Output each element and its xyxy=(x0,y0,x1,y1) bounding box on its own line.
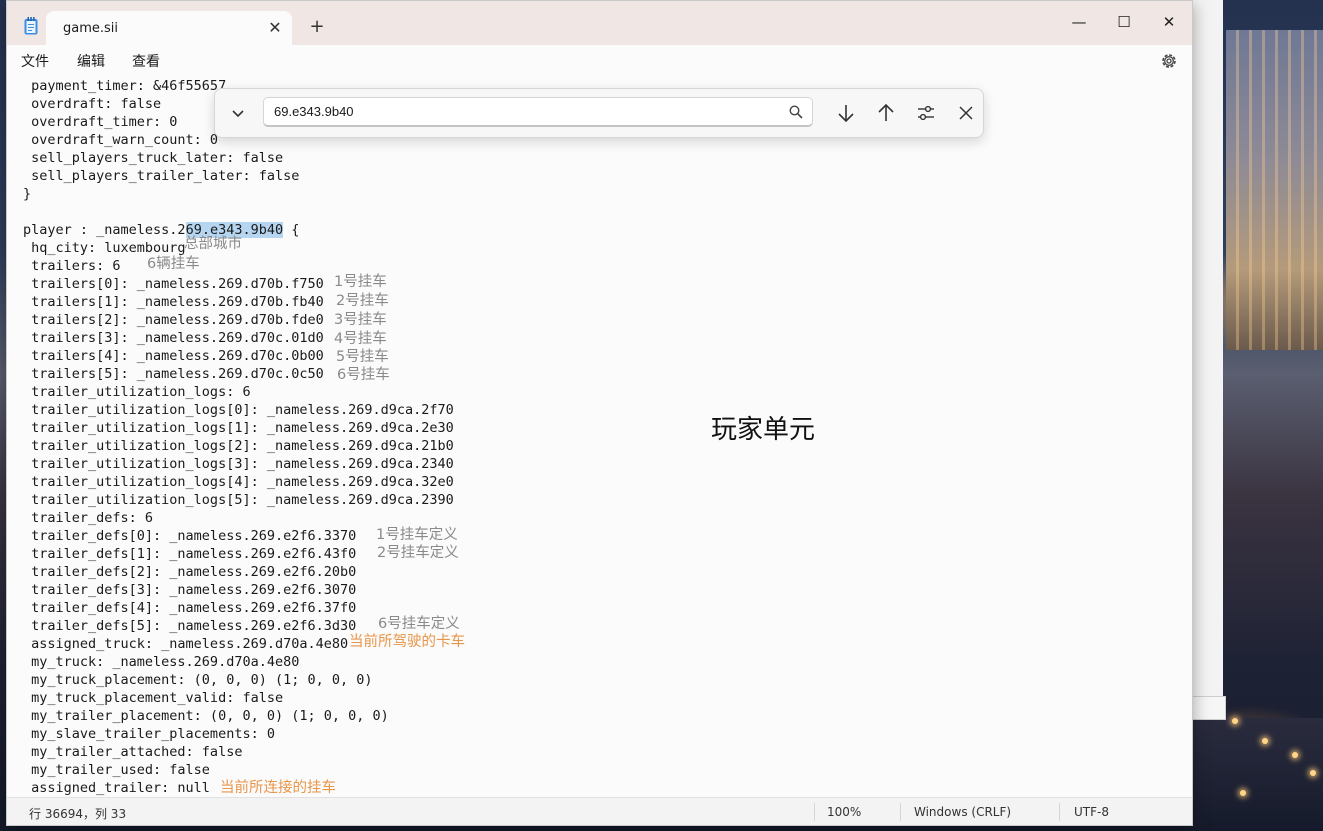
code-line: trailer_defs[4]: _nameless.269.e2f6.37f0 xyxy=(23,600,357,616)
annotation-trailer-5: 6号挂车 xyxy=(337,367,390,383)
code-line: trailer_utilization_logs: 6 xyxy=(23,384,251,400)
code-line: my_trailer_attached: false xyxy=(23,744,243,760)
close-window-button[interactable]: ✕ xyxy=(1147,7,1191,37)
code-line: trailers[5]: _nameless.269.d70c.0c50 xyxy=(23,366,324,382)
settings-gear-icon[interactable] xyxy=(1159,51,1179,71)
city-light xyxy=(1310,770,1316,776)
code-line: trailer_defs[1]: _nameless.269.e2f6.43f0 xyxy=(23,546,357,562)
annotation-trailer-0: 1号挂车 xyxy=(334,274,387,290)
text-editor[interactable]: payment_timer: &46f55657 overdraft: fals… xyxy=(7,75,1192,797)
annotation-trailer-def-1: 2号挂车定义 xyxy=(377,545,459,561)
code-line: trailer_defs: 6 xyxy=(23,510,154,526)
menu-edit[interactable]: 编辑 xyxy=(77,51,105,71)
code-line: overdraft_warn_count: 0 xyxy=(23,132,219,148)
background-building xyxy=(1226,30,1323,350)
code-line: trailers: 6 xyxy=(23,258,121,274)
search-icon[interactable] xyxy=(788,104,804,120)
code-line: trailer_utilization_logs[2]: _nameless.2… xyxy=(23,438,454,454)
code-line: trailer_utilization_logs[4]: _nameless.2… xyxy=(23,474,454,490)
code-line: trailer_utilization_logs[0]: _nameless.2… xyxy=(23,402,454,418)
code-line: trailer_utilization_logs[5]: _nameless.2… xyxy=(23,492,454,508)
title-bar: game.sii ✕ + — ☐ ✕ xyxy=(7,1,1192,45)
code-line: } xyxy=(23,186,32,202)
menu-file[interactable]: 文件 xyxy=(21,51,49,71)
menu-view[interactable]: 查看 xyxy=(132,51,160,71)
annotation-assigned-truck: 当前所驾驶的卡车 xyxy=(349,634,465,650)
player-line-prefix: player : _nameless.2 xyxy=(23,222,186,238)
code-line: trailers[1]: _nameless.269.d70b.fb40 xyxy=(23,294,324,310)
code-line: overdraft_timer: 0 xyxy=(23,114,178,130)
code-line: assigned_truck: _nameless.269.d70a.4e80 xyxy=(23,636,349,652)
code-line: my_truck: _nameless.269.d70a.4e80 xyxy=(23,654,300,670)
code-line: sell_players_truck_later: false xyxy=(23,150,284,166)
player-line-suffix: { xyxy=(283,222,300,238)
code-line: trailer_defs[0]: _nameless.269.e2f6.3370 xyxy=(23,528,357,544)
annotation-player-unit: 玩家单元 xyxy=(711,415,816,445)
city-light xyxy=(1262,738,1268,744)
background-window xyxy=(1192,0,1223,718)
annotation-trailer-def-5: 6号挂车定义 xyxy=(378,616,460,632)
code-line: sell_players_trailer_later: false xyxy=(23,168,300,184)
status-divider xyxy=(900,803,901,821)
status-cursor-position: 行 36694，列 33 xyxy=(29,807,127,821)
code-line: trailer_utilization_logs[3]: _nameless.2… xyxy=(23,456,454,472)
annotation-assigned-trailer: 当前所连接的挂车 xyxy=(220,780,336,796)
code-line: trailer_defs[5]: _nameless.269.e2f6.3d30 xyxy=(23,618,357,634)
code-line: trailer_defs[2]: _nameless.269.e2f6.20b0 xyxy=(23,564,357,580)
annotation-trailer-4: 5号挂车 xyxy=(336,349,389,365)
status-bar: 行 36694，列 33 100% Windows (CRLF) UTF-8 xyxy=(7,797,1192,825)
code-line: trailers[2]: _nameless.269.d70b.fde0 xyxy=(23,312,324,328)
notepad-window: game.sii ✕ + — ☐ ✕ 文件 编辑 查看 payment_time… xyxy=(6,0,1193,826)
code-line: my_truck_placement_valid: false xyxy=(23,690,284,706)
code-line: trailers[3]: _nameless.269.d70c.01d0 xyxy=(23,330,324,346)
annotation-trailers-count: 6辆挂车 xyxy=(147,256,200,272)
code-line-player: player : _nameless.269.e343.9b40 { xyxy=(23,221,299,239)
code-line: trailer_utilization_logs[1]: _nameless.2… xyxy=(23,420,454,436)
status-divider xyxy=(1059,803,1060,821)
code-line: trailer_defs[3]: _nameless.269.e2f6.3070 xyxy=(23,582,357,598)
annotation-trailer-1: 2号挂车 xyxy=(336,293,389,309)
tab-title: game.sii xyxy=(63,21,119,36)
annotation-trailer-2: 3号挂车 xyxy=(334,312,387,328)
maximize-button[interactable]: ☐ xyxy=(1102,7,1146,37)
find-next-arrow-down-icon[interactable] xyxy=(834,101,858,125)
annotation-trailer-def-0: 1号挂车定义 xyxy=(376,527,458,543)
menu-bar: 文件 编辑 查看 xyxy=(7,45,1192,75)
notepad-app-icon xyxy=(24,17,38,35)
code-line: my_slave_trailer_placements: 0 xyxy=(23,726,275,742)
code-line: trailers[0]: _nameless.269.d70b.f750 xyxy=(23,276,324,292)
status-divider xyxy=(814,803,815,821)
code-line: my_trailer_placement: (0, 0, 0) (1; 0, 0… xyxy=(23,708,389,724)
tab-game-sii[interactable]: game.sii ✕ xyxy=(46,11,292,45)
city-light xyxy=(1232,718,1238,724)
code-line: trailers[4]: _nameless.269.d70c.0b00 xyxy=(23,348,324,364)
new-tab-button[interactable]: + xyxy=(306,16,328,38)
city-light xyxy=(1292,752,1298,758)
status-line-ending[interactable]: Windows (CRLF) xyxy=(914,805,1011,819)
tab-close-icon[interactable]: ✕ xyxy=(264,17,286,39)
code-line: my_trailer_used: false xyxy=(23,762,210,778)
status-zoom[interactable]: 100% xyxy=(827,805,861,819)
annotation-trailer-3: 4号挂车 xyxy=(334,331,387,347)
find-input[interactable]: 69.e343.9b40 xyxy=(263,97,813,127)
code-line: overdraft: false xyxy=(23,96,162,112)
find-bar: 69.e343.9b40 xyxy=(214,88,984,138)
city-light xyxy=(1240,790,1246,796)
status-encoding[interactable]: UTF-8 xyxy=(1074,805,1109,819)
chevron-down-icon[interactable] xyxy=(227,102,249,124)
code-line: payment_timer: &46f55657 xyxy=(23,78,227,94)
find-query: 69.e343.9b40 xyxy=(274,104,354,119)
code-line: assigned_trailer: null xyxy=(23,780,210,796)
minimize-button[interactable]: — xyxy=(1057,7,1101,37)
annotation-hq-city: 总部城市 xyxy=(184,236,242,252)
code-line: my_truck_placement: (0, 0, 0) (1; 0, 0, … xyxy=(23,672,373,688)
find-previous-arrow-up-icon[interactable] xyxy=(874,101,898,125)
find-options-sliders-icon[interactable] xyxy=(914,101,938,125)
close-find-icon[interactable] xyxy=(954,101,978,125)
background-river xyxy=(1192,718,1323,831)
